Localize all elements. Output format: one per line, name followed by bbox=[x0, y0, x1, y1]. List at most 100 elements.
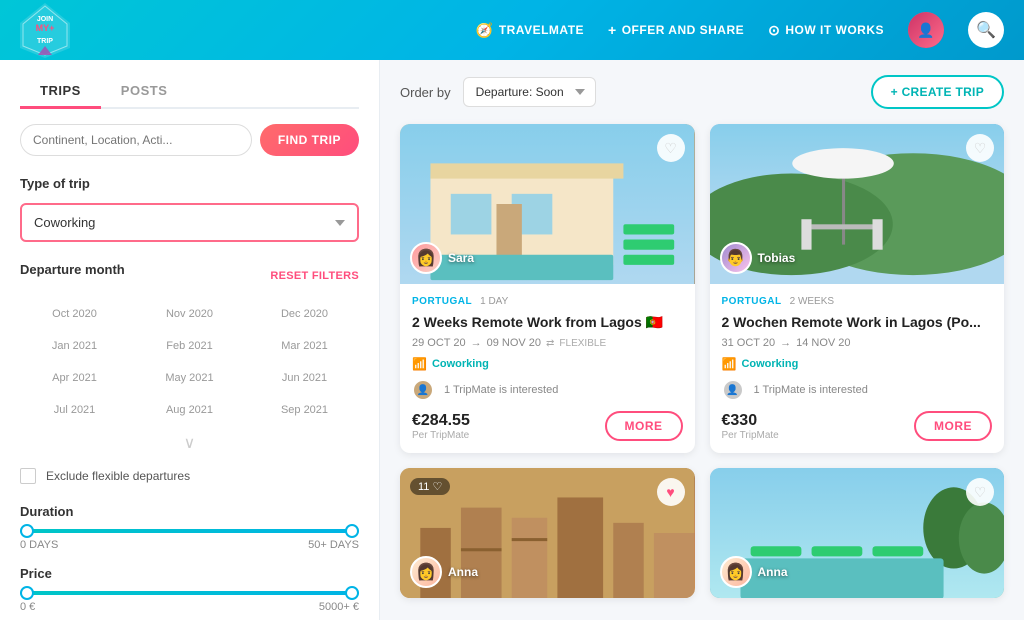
user-avatar[interactable]: 👤 bbox=[908, 12, 944, 48]
offer-share-icon: + bbox=[608, 22, 617, 38]
month-nov-2020[interactable]: Nov 2020 bbox=[135, 301, 244, 327]
month-jan-2021[interactable]: Jan 2021 bbox=[20, 333, 129, 359]
card-1-more-button[interactable]: MORE bbox=[605, 411, 683, 441]
card-4-heart-button[interactable]: ♡ bbox=[966, 478, 994, 506]
month-feb-2021[interactable]: Feb 2021 bbox=[135, 333, 244, 359]
wifi-icon: 📶 bbox=[412, 357, 427, 371]
order-bar: Order by Departure: Soon Price: Low Pric… bbox=[400, 75, 1004, 109]
sidebar: TRIPS POSTS FIND TRIP Type of trip Cowor… bbox=[0, 60, 380, 620]
tab-trips[interactable]: TRIPS bbox=[20, 75, 101, 109]
card-1-flexible: ⇄ bbox=[546, 338, 554, 349]
flexible-label: Exclude flexible departures bbox=[46, 469, 190, 483]
find-trip-button[interactable]: FIND TRIP bbox=[260, 124, 359, 156]
duration-section: Duration 0 DAYS 50+ DAYS bbox=[20, 504, 359, 551]
duration-label: Duration bbox=[20, 504, 359, 519]
card-2-price: €330 bbox=[722, 412, 779, 430]
nav-offer-share[interactable]: + OFFER AND SHARE bbox=[608, 22, 744, 38]
month-dec-2020[interactable]: Dec 2020 bbox=[250, 301, 359, 327]
card-2-more-button[interactable]: MORE bbox=[914, 411, 992, 441]
card-1-image: ♡ 👩 Sara bbox=[400, 124, 695, 284]
month-jun-2021[interactable]: Jun 2021 bbox=[250, 365, 359, 391]
card-1-price: €284.55 bbox=[412, 412, 470, 430]
price-slider-handle-left[interactable] bbox=[20, 586, 34, 600]
duration-slider-track[interactable] bbox=[20, 529, 359, 533]
price-min-label: 0 € bbox=[20, 601, 35, 613]
card-3-heart-button[interactable]: ♥ bbox=[657, 478, 685, 506]
card-4-image: ♡ 👩 Anna bbox=[710, 468, 1005, 598]
main-container: TRIPS POSTS FIND TRIP Type of trip Cowor… bbox=[0, 60, 1024, 620]
card-1-type: 📶 Coworking bbox=[412, 357, 683, 371]
price-label: Price bbox=[20, 566, 359, 581]
card-2-organizer-avatar: 👨 bbox=[720, 242, 752, 274]
svg-text:MY+: MY+ bbox=[36, 23, 55, 33]
card-1-footer: €284.55 Per TripMate MORE bbox=[412, 411, 683, 441]
create-trip-button[interactable]: + CREATE TRIP bbox=[871, 75, 1004, 109]
month-may-2021[interactable]: May 2021 bbox=[135, 365, 244, 391]
show-more-months-button[interactable]: ∨ bbox=[20, 433, 359, 453]
card-2-interested: 👤 1 TripMate is interested bbox=[722, 379, 993, 401]
month-sep-2021[interactable]: Sep 2021 bbox=[250, 397, 359, 423]
trip-card-1: ♡ 👩 Sara PORTUGAL 1 DAY 2 Weeks Remote W… bbox=[400, 124, 695, 453]
how-it-works-label: HOW IT WORKS bbox=[785, 23, 884, 37]
card-1-heart-button[interactable]: ♡ bbox=[657, 134, 685, 162]
departure-month-section: Departure month RESET FILTERS Oct 2020 N… bbox=[20, 262, 359, 453]
interested-avatar-1: 👤 bbox=[412, 379, 434, 401]
card-2-footer: €330 Per TripMate MORE bbox=[722, 411, 993, 441]
card-1-meta: PORTUGAL 1 DAY bbox=[412, 296, 683, 307]
month-oct-2020[interactable]: Oct 2020 bbox=[20, 301, 129, 327]
trip-card-3: 11 ♡ ♥ 👩 Anna bbox=[400, 468, 695, 598]
reset-filters-button[interactable]: RESET FILTERS bbox=[270, 270, 359, 282]
card-4-organizer: 👩 Anna bbox=[720, 556, 788, 588]
search-bar: FIND TRIP bbox=[20, 124, 359, 156]
order-select[interactable]: Departure: Soon Price: Low Price: High bbox=[463, 77, 596, 107]
flexible-checkbox[interactable] bbox=[20, 468, 36, 484]
card-2-interested-avatars: 👤 bbox=[722, 379, 738, 401]
tab-posts[interactable]: POSTS bbox=[101, 75, 188, 109]
card-1-country: PORTUGAL bbox=[412, 296, 472, 307]
duration-slider-handle-left[interactable] bbox=[20, 524, 34, 538]
search-button[interactable]: 🔍 bbox=[968, 12, 1004, 48]
month-apr-2021[interactable]: Apr 2021 bbox=[20, 365, 129, 391]
price-slider-track[interactable] bbox=[20, 591, 359, 595]
card-1-body: PORTUGAL 1 DAY 2 Weeks Remote Work from … bbox=[400, 284, 695, 453]
duration-max-label: 50+ DAYS bbox=[308, 539, 359, 551]
header: JOIN MY+ TRIP 🧭 TRAVELMATE + OFFER AND S… bbox=[0, 0, 1024, 60]
card-2-dates: 31 OCT 20 → 14 NOV 20 bbox=[722, 337, 993, 349]
card-2-image: ♡ 👨 Tobias bbox=[710, 124, 1005, 284]
svg-text:TRIP: TRIP bbox=[37, 38, 53, 45]
card-2-title: 2 Wochen Remote Work in Lagos (Po... bbox=[722, 313, 993, 331]
offer-share-label: OFFER AND SHARE bbox=[622, 23, 744, 37]
card-2-country: PORTUGAL bbox=[722, 296, 782, 307]
price-slider-labels: 0 € 5000+ € bbox=[20, 601, 359, 613]
travelmate-icon: 🧭 bbox=[476, 22, 494, 39]
nav-links: 🧭 TRAVELMATE + OFFER AND SHARE ⊙ HOW IT … bbox=[476, 12, 1004, 48]
type-of-trip-select[interactable]: Coworking All Adventure Cultural Beach bbox=[20, 203, 359, 242]
card-3-organizer-name: Anna bbox=[448, 565, 478, 579]
search-input[interactable] bbox=[20, 124, 252, 156]
logo[interactable]: JOIN MY+ TRIP bbox=[20, 3, 70, 58]
card-4-organizer-name: Anna bbox=[758, 565, 788, 579]
card-2-organizer: 👨 Tobias bbox=[720, 242, 796, 274]
duration-slider-fill bbox=[20, 529, 359, 533]
nav-how-it-works[interactable]: ⊙ HOW IT WORKS bbox=[768, 22, 884, 39]
card-3-image: 11 ♡ ♥ 👩 Anna bbox=[400, 468, 695, 598]
month-aug-2021[interactable]: Aug 2021 bbox=[135, 397, 244, 423]
card-2-meta: PORTUGAL 2 WEEKS bbox=[722, 296, 993, 307]
departure-month-label: Departure month bbox=[20, 262, 125, 277]
nav-travelmate[interactable]: 🧭 TRAVELMATE bbox=[476, 22, 584, 39]
month-jul-2021[interactable]: Jul 2021 bbox=[20, 397, 129, 423]
content-area: Order by Departure: Soon Price: Low Pric… bbox=[380, 60, 1024, 620]
duration-slider-handle-right[interactable] bbox=[345, 524, 359, 538]
card-2-interested-text: 1 TripMate is interested bbox=[754, 384, 868, 396]
card-1-organizer-name: Sara bbox=[448, 251, 474, 265]
card-1-per: Per TripMate bbox=[412, 430, 470, 441]
trip-card-4: ♡ 👩 Anna bbox=[710, 468, 1005, 598]
card-1-organizer-avatar: 👩 bbox=[410, 242, 442, 274]
card-1-organizer: 👩 Sara bbox=[410, 242, 474, 274]
duration-min-label: 0 DAYS bbox=[20, 539, 58, 551]
card-2-heart-button[interactable]: ♡ bbox=[966, 134, 994, 162]
order-label: Order by bbox=[400, 85, 451, 100]
price-slider-handle-right[interactable] bbox=[345, 586, 359, 600]
price-max-label: 5000+ € bbox=[319, 601, 359, 613]
month-mar-2021[interactable]: Mar 2021 bbox=[250, 333, 359, 359]
